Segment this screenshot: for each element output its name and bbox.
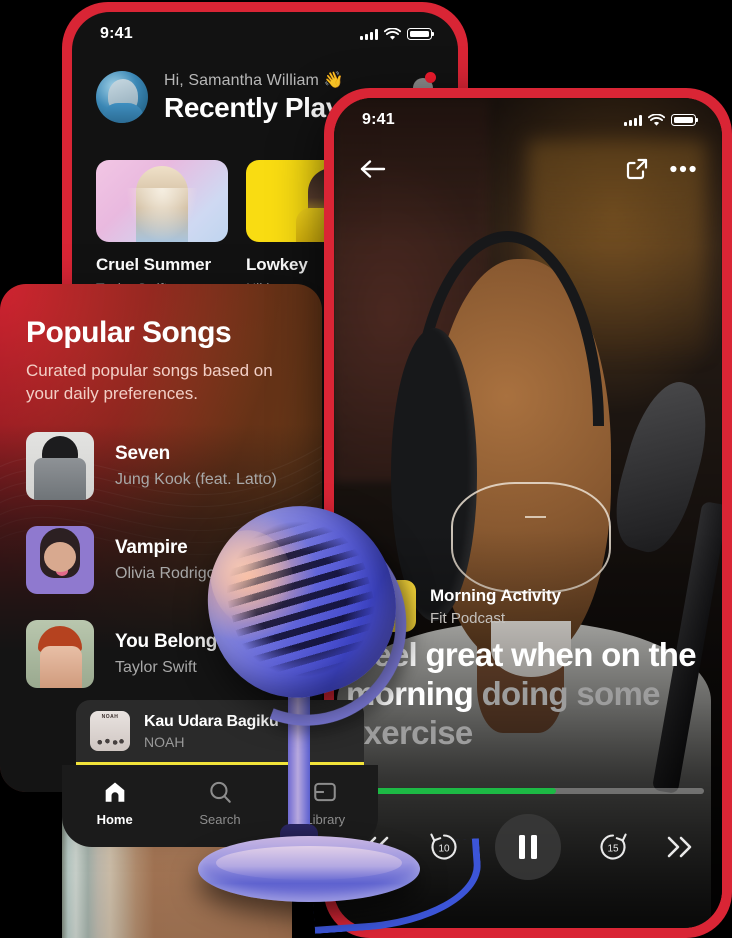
song-artist: Olivia Rodrigo	[115, 564, 216, 582]
episode-thumbnail	[364, 580, 416, 632]
status-bar-podcast: 9:41	[334, 98, 722, 142]
list-item[interactable]: Seven Jung Kook (feat. Latto)	[26, 431, 296, 500]
bottom-tab-bar: Home Search Library	[62, 765, 378, 847]
battery-icon	[407, 28, 435, 40]
song-thumbnail	[26, 525, 94, 594]
tab-label: Library	[305, 812, 346, 827]
song-artist: Jung Kook (feat. Latto)	[115, 470, 277, 488]
status-time: 9:41	[100, 25, 133, 42]
wifi-icon	[648, 113, 665, 126]
share-icon[interactable]	[626, 158, 648, 180]
popular-songs-content: Popular Songs Curated popular songs base…	[0, 284, 322, 688]
mini-player-title: Kau Udara Bagiku	[144, 712, 279, 730]
greeting-label: Hi, Samantha William	[164, 72, 319, 89]
player-and-tabbar: Kau Udara Bagiku NOAH Home Search	[62, 700, 378, 847]
promo-composition: 9:41 Hi, Samantha William 👋 Recently Pla…	[0, 0, 732, 938]
greeting-text: Hi, Samantha William 👋	[164, 70, 373, 90]
avatar[interactable]	[96, 71, 148, 123]
arrow-left-icon[interactable]	[360, 158, 386, 180]
tab-search[interactable]: Search	[167, 779, 272, 827]
home-icon	[105, 782, 124, 802]
show-name: Fit Podcast	[430, 609, 506, 627]
notification-badge	[425, 72, 436, 83]
tab-library[interactable]: Library	[273, 779, 378, 827]
mini-player[interactable]: Kau Udara Bagiku NOAH	[76, 700, 364, 765]
song-title: Seven	[115, 442, 170, 464]
episode-meta: Morning Activity Fit Podcast	[364, 580, 561, 632]
podcast-nav-bar	[334, 158, 722, 180]
album-art	[96, 160, 228, 242]
panel-subtitle: Curated popular songs based on your dail…	[26, 361, 273, 404]
podcast-player-screen: 9:41 Morning Activity Fit Podcast I feel…	[334, 98, 722, 928]
tab-label: Search	[199, 812, 241, 827]
pause-button[interactable]	[495, 814, 561, 880]
episode-title: Morning Activity	[430, 585, 561, 605]
cellular-bars-icon	[624, 114, 642, 126]
mini-player-artist: NOAH	[144, 733, 185, 750]
progress-fill	[352, 788, 557, 794]
forward-seconds-label: 15	[607, 844, 619, 855]
transcript-text: I feel great when on the morning doing s…	[346, 636, 702, 753]
rewind-10-icon[interactable]: 10	[427, 830, 461, 864]
wifi-icon	[384, 27, 401, 40]
card-title: Cruel Summer	[96, 255, 212, 274]
playback-progress-bar[interactable]	[352, 788, 704, 794]
more-dots-icon[interactable]	[670, 165, 696, 173]
mini-player-album-art	[90, 711, 130, 751]
cellular-bars-icon	[360, 28, 378, 40]
song-title: Vampire	[115, 536, 188, 558]
tab-home[interactable]: Home	[62, 779, 167, 827]
song-artist: Taylor Swift	[115, 658, 197, 676]
list-item[interactable]: You Belong Taylor Swift	[26, 619, 296, 688]
song-title: You Belong	[115, 630, 218, 652]
phone-podcast-player: 9:41 Morning Activity Fit Podcast I feel…	[324, 88, 732, 938]
battery-icon	[671, 114, 699, 126]
playback-controls: 10 15	[334, 814, 722, 880]
list-item[interactable]: Vampire Olivia Rodrigo	[26, 525, 296, 594]
rewind-seconds-label: 10	[438, 844, 450, 855]
status-time: 9:41	[362, 111, 395, 128]
tab-label: Home	[96, 812, 133, 827]
wave-emoji-icon: 👋	[323, 72, 344, 89]
status-bar-music: 9:41	[72, 12, 458, 56]
song-thumbnail	[26, 619, 94, 688]
forward-15-icon[interactable]: 15	[596, 830, 630, 864]
recently-played-card[interactable]: Cruel Summer Taylor Swift	[96, 160, 228, 296]
popular-songs-list: Seven Jung Kook (feat. Latto) Vampire Ol…	[26, 431, 296, 688]
next-track-icon[interactable]	[664, 834, 694, 860]
podcast-background-photo	[334, 98, 722, 928]
search-icon	[210, 781, 231, 803]
library-icon	[314, 782, 337, 802]
pause-icon	[519, 835, 525, 859]
song-thumbnail	[26, 431, 94, 500]
status-indicators	[360, 27, 435, 41]
status-indicators	[624, 113, 699, 127]
panel-title: Popular Songs	[26, 316, 232, 349]
